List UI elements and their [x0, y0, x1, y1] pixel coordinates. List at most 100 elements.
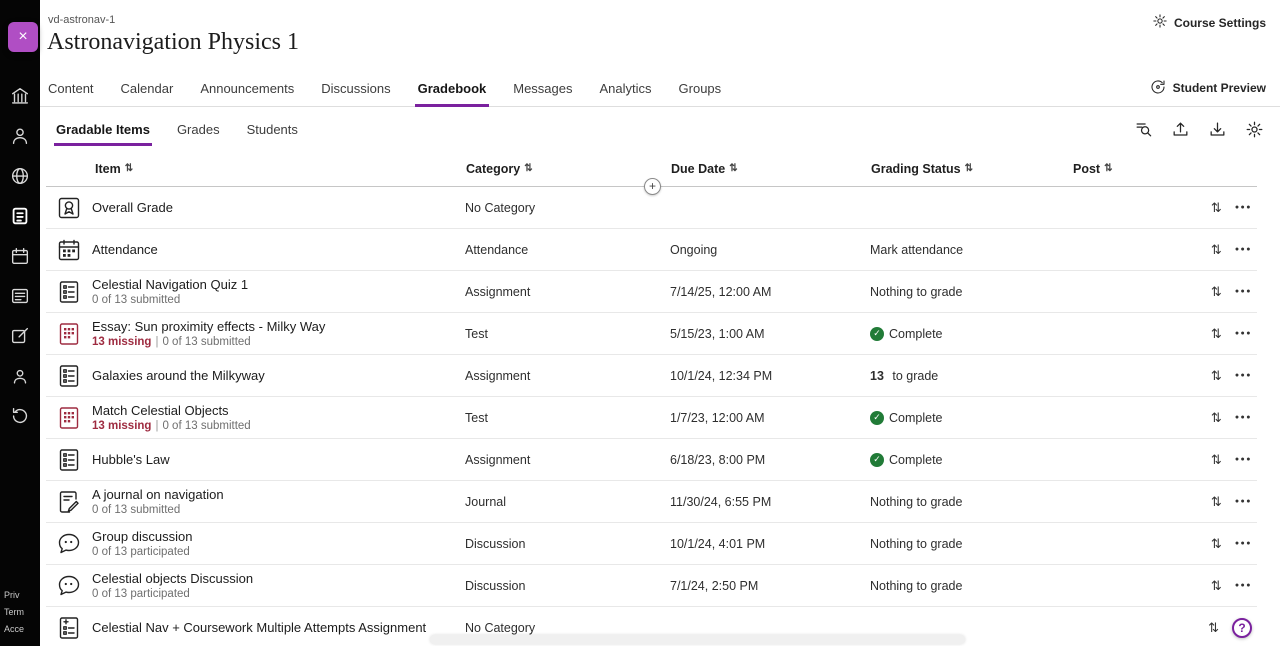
row-menu-button[interactable]: ●●● — [1235, 456, 1252, 463]
row-menu-button[interactable]: ●●● — [1235, 204, 1252, 211]
item-name[interactable]: Overall Grade — [92, 200, 463, 215]
upload-icon[interactable] — [1170, 119, 1190, 139]
item-name[interactable]: Celestial Navigation Quiz 1 — [92, 277, 463, 292]
item-name[interactable]: Hubble's Law — [92, 452, 463, 467]
calendar-icon[interactable] — [8, 244, 32, 268]
item-category: No Category — [463, 621, 668, 635]
discussion-icon — [56, 573, 82, 599]
profile-icon[interactable] — [8, 124, 32, 148]
item-grading-status: Nothing to grade — [868, 579, 1070, 593]
column-header-category[interactable]: Category⇅ — [463, 162, 668, 176]
reorder-handle-icon[interactable]: ⇅ — [1211, 368, 1222, 384]
item-due-date: 6/18/23, 8:00 PM — [668, 453, 868, 467]
footer-link[interactable]: Acce — [4, 621, 24, 638]
assignment-multi-icon — [56, 615, 82, 641]
table-row: Attendance Attendance Ongoing Mark atten… — [46, 229, 1257, 271]
footer-link[interactable]: Term — [4, 604, 24, 621]
reorder-handle-icon[interactable]: ⇅ — [1211, 536, 1222, 552]
reorder-handle-icon[interactable]: ⇅ — [1211, 410, 1222, 426]
table-row: Essay: Sun proximity effects - Milky Way… — [46, 313, 1257, 355]
reorder-handle-icon[interactable]: ⇅ — [1208, 620, 1219, 636]
course-header: vd-astronav-1 Astronavigation Physics 1 … — [40, 0, 1280, 70]
column-header-item[interactable]: Item⇅ — [92, 162, 463, 176]
messages-icon[interactable] — [8, 284, 32, 308]
horizontal-scrollbar[interactable] — [430, 635, 965, 644]
item-substatus: 0 of 13 participated — [92, 587, 463, 601]
tab-messages[interactable]: Messages — [513, 70, 572, 106]
roster-icon[interactable] — [8, 364, 32, 388]
search-list-icon[interactable] — [1133, 119, 1153, 139]
course-settings-button[interactable]: Course Settings — [1152, 13, 1266, 32]
column-header-grading-status[interactable]: Grading Status⇅ — [868, 162, 1070, 176]
column-header-due-date[interactable]: Due Date⇅ — [668, 162, 868, 176]
sort-icon: ⇅ — [729, 163, 737, 174]
item-name[interactable]: Match Celestial Objects — [92, 403, 463, 418]
row-menu-button[interactable]: ●●● — [1235, 288, 1252, 295]
item-name[interactable]: Celestial objects Discussion — [92, 571, 463, 586]
subtab-grades[interactable]: Grades — [177, 116, 220, 143]
close-panel-button[interactable]: × — [8, 22, 38, 52]
sort-icon: ⇅ — [965, 163, 973, 174]
table-row: Celestial objects Discussion 0 of 13 par… — [46, 565, 1257, 607]
item-due-date: 7/14/25, 12:00 AM — [668, 285, 868, 299]
item-substatus: 13 missing|0 of 13 submitted — [92, 335, 463, 349]
column-header-post[interactable]: Post⇅ — [1070, 162, 1192, 176]
recent-icon[interactable] — [8, 404, 32, 428]
complete-check-icon: ✓ — [870, 411, 884, 425]
add-item-button[interactable]: + — [644, 178, 661, 195]
item-name[interactable]: Celestial Nav + Coursework Multiple Atte… — [92, 620, 463, 635]
reorder-handle-icon[interactable]: ⇅ — [1211, 578, 1222, 594]
reorder-handle-icon[interactable]: ⇅ — [1211, 200, 1222, 216]
tab-discussions[interactable]: Discussions — [321, 70, 390, 106]
tab-groups[interactable]: Groups — [679, 70, 722, 106]
complete-check-icon: ✓ — [870, 327, 884, 341]
gradebook-subnav-tabs: Gradable Items Grades Students — [56, 116, 325, 143]
subtab-students[interactable]: Students — [247, 116, 298, 143]
reorder-handle-icon[interactable]: ⇅ — [1211, 326, 1222, 342]
row-menu-button[interactable]: ●●● — [1235, 540, 1252, 547]
item-name[interactable]: Essay: Sun proximity effects - Milky Way — [92, 319, 463, 334]
item-name[interactable]: Group discussion — [92, 529, 463, 544]
row-menu-button[interactable]: ●●● — [1235, 330, 1252, 337]
tab-gradebook[interactable]: Gradebook — [418, 70, 487, 106]
student-preview-button[interactable]: Student Preview — [1150, 70, 1266, 106]
item-name[interactable]: A journal on navigation — [92, 487, 463, 502]
tab-announcements[interactable]: Announcements — [200, 70, 294, 106]
footer-link[interactable]: Priv — [4, 587, 24, 604]
journal-icon — [56, 489, 82, 515]
content-tools-icon[interactable] — [8, 324, 32, 348]
missing-count: 13 missing — [92, 336, 151, 348]
item-name[interactable]: Attendance — [92, 242, 463, 257]
activity-icon[interactable] — [8, 164, 32, 188]
gradebook-icon[interactable] — [8, 204, 32, 228]
row-menu-button[interactable]: ●●● — [1235, 372, 1252, 379]
tab-calendar[interactable]: Calendar — [121, 70, 174, 106]
item-category: Assignment — [463, 285, 668, 299]
table-row: Celestial Navigation Quiz 1 0 of 13 subm… — [46, 271, 1257, 313]
item-name[interactable]: Galaxies around the Milkyway — [92, 368, 463, 383]
settings-icon[interactable] — [1244, 119, 1264, 139]
row-menu-button[interactable]: ●●● — [1235, 582, 1252, 589]
row-menu-button[interactable]: ●●● — [1235, 414, 1252, 421]
reorder-handle-icon[interactable]: ⇅ — [1211, 494, 1222, 510]
course-page: vd-astronav-1 Astronavigation Physics 1 … — [40, 0, 1280, 646]
course-nav: Content Calendar Announcements Discussions G… — [40, 70, 1280, 107]
item-category: Discussion — [463, 537, 668, 551]
item-category: Assignment — [463, 453, 668, 467]
item-category: Attendance — [463, 243, 668, 257]
reorder-handle-icon[interactable]: ⇅ — [1211, 452, 1222, 468]
reorder-handle-icon[interactable]: ⇅ — [1211, 284, 1222, 300]
download-icon[interactable] — [1207, 119, 1227, 139]
tab-content[interactable]: Content — [48, 70, 94, 106]
institution-icon[interactable] — [8, 84, 32, 108]
subtab-gradable-items[interactable]: Gradable Items — [56, 116, 150, 143]
item-category: Test — [463, 411, 668, 425]
row-menu-button[interactable]: ●●● — [1235, 246, 1252, 253]
help-button[interactable]: ? — [1232, 618, 1252, 638]
global-sidebar: × PrivTermAcce — [0, 0, 40, 646]
reorder-handle-icon[interactable]: ⇅ — [1211, 242, 1222, 258]
item-grading-status: ✓Complete — [868, 411, 1070, 425]
row-menu-button[interactable]: ●●● — [1235, 498, 1252, 505]
tab-analytics[interactable]: Analytics — [600, 70, 652, 106]
sidebar-footer-links: PrivTermAcce — [4, 587, 24, 638]
